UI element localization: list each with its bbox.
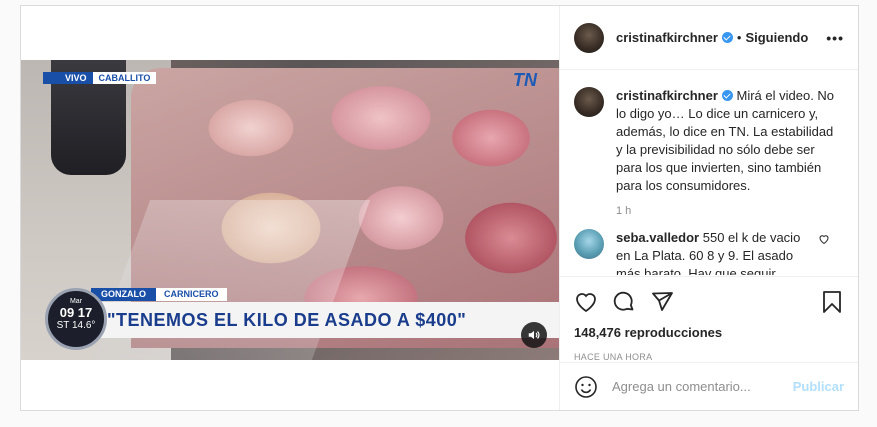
emoji-icon[interactable] — [574, 375, 598, 399]
action-icons — [574, 289, 844, 315]
lower-third: GONZALO CARNICERO "TENEMOS EL KILO DE AS… — [21, 288, 559, 360]
video-headline: "TENEMOS EL KILO DE ASADO A $400" — [81, 302, 559, 338]
name-row: GONZALO CARNICERO — [91, 288, 227, 301]
avatar[interactable] — [574, 22, 604, 53]
comment-input[interactable] — [612, 379, 792, 394]
caption-row: cristinafkirchner Mirá el video. No lo d… — [574, 87, 844, 195]
post-actions: 148,476 reproducciones HACE UNA HORA — [560, 276, 858, 362]
channel-logo: TN — [513, 70, 537, 90]
bookmark-icon[interactable] — [820, 290, 844, 314]
comment-username[interactable]: seba.valledor — [616, 230, 699, 245]
separator-dot: • — [736, 30, 742, 45]
post-header: cristinafkirchner • Siguiendo ••• — [560, 6, 858, 70]
volume-button[interactable] — [521, 322, 547, 348]
comment-text-block: seba.valledor 550 el k de vacio en La Pl… — [616, 229, 812, 275]
like-heart-icon[interactable] — [574, 290, 598, 314]
media-panel: VIVO CABALLITO TN GONZALO CARNICERO "TEN… — [21, 6, 559, 410]
more-options-icon[interactable]: ••• — [826, 30, 844, 46]
video-player[interactable]: VIVO CABALLITO TN GONZALO CARNICERO "TEN… — [21, 60, 559, 360]
publish-button[interactable]: Publicar — [793, 379, 844, 394]
share-icon[interactable] — [650, 290, 674, 314]
avatar[interactable] — [574, 87, 604, 117]
comment-icon[interactable] — [612, 290, 636, 314]
live-bar: VIVO CABALLITO — [43, 72, 157, 84]
comment-row: seba.valledor 550 el k de vacio en La Pl… — [574, 229, 844, 275]
caption-time[interactable]: 1 h — [616, 205, 844, 217]
following-button[interactable]: Siguiendo — [745, 30, 808, 45]
verified-icon — [721, 32, 733, 43]
header-username[interactable]: cristinafkirchner — [616, 30, 718, 45]
comments-list[interactable]: cristinafkirchner Mirá el video. No lo d… — [560, 71, 858, 275]
view-count[interactable]: 148,476 reproducciones — [574, 325, 844, 340]
avatar[interactable] — [574, 229, 604, 259]
live-place: CABALLITO — [92, 72, 157, 84]
caption-username[interactable]: cristinafkirchner — [616, 88, 718, 103]
caption-text-block: cristinafkirchner Mirá el video. No lo d… — [616, 87, 836, 195]
clock-widget: Mar 09 17 ST 14.6° — [45, 288, 107, 350]
post-card: VIVO CABALLITO TN GONZALO CARNICERO "TEN… — [20, 5, 859, 411]
clock-temp: ST 14.6° — [56, 320, 96, 331]
add-comment-bar: Publicar — [560, 362, 858, 410]
clock-day: Mar — [69, 298, 83, 305]
live-label: VIVO — [43, 72, 93, 84]
clock-time: 09 17 — [59, 305, 93, 320]
speaker-icon — [528, 330, 540, 340]
role-label: CARNICERO — [156, 288, 227, 301]
caption-text: Mirá el video. No lo digo yo… Lo dice un… — [616, 88, 835, 193]
verified-icon — [721, 90, 733, 101]
post-sidebar: cristinafkirchner • Siguiendo ••• cristi… — [559, 6, 858, 410]
post-time[interactable]: HACE UNA HORA — [574, 352, 844, 362]
like-comment-heart-icon[interactable] — [818, 233, 830, 245]
